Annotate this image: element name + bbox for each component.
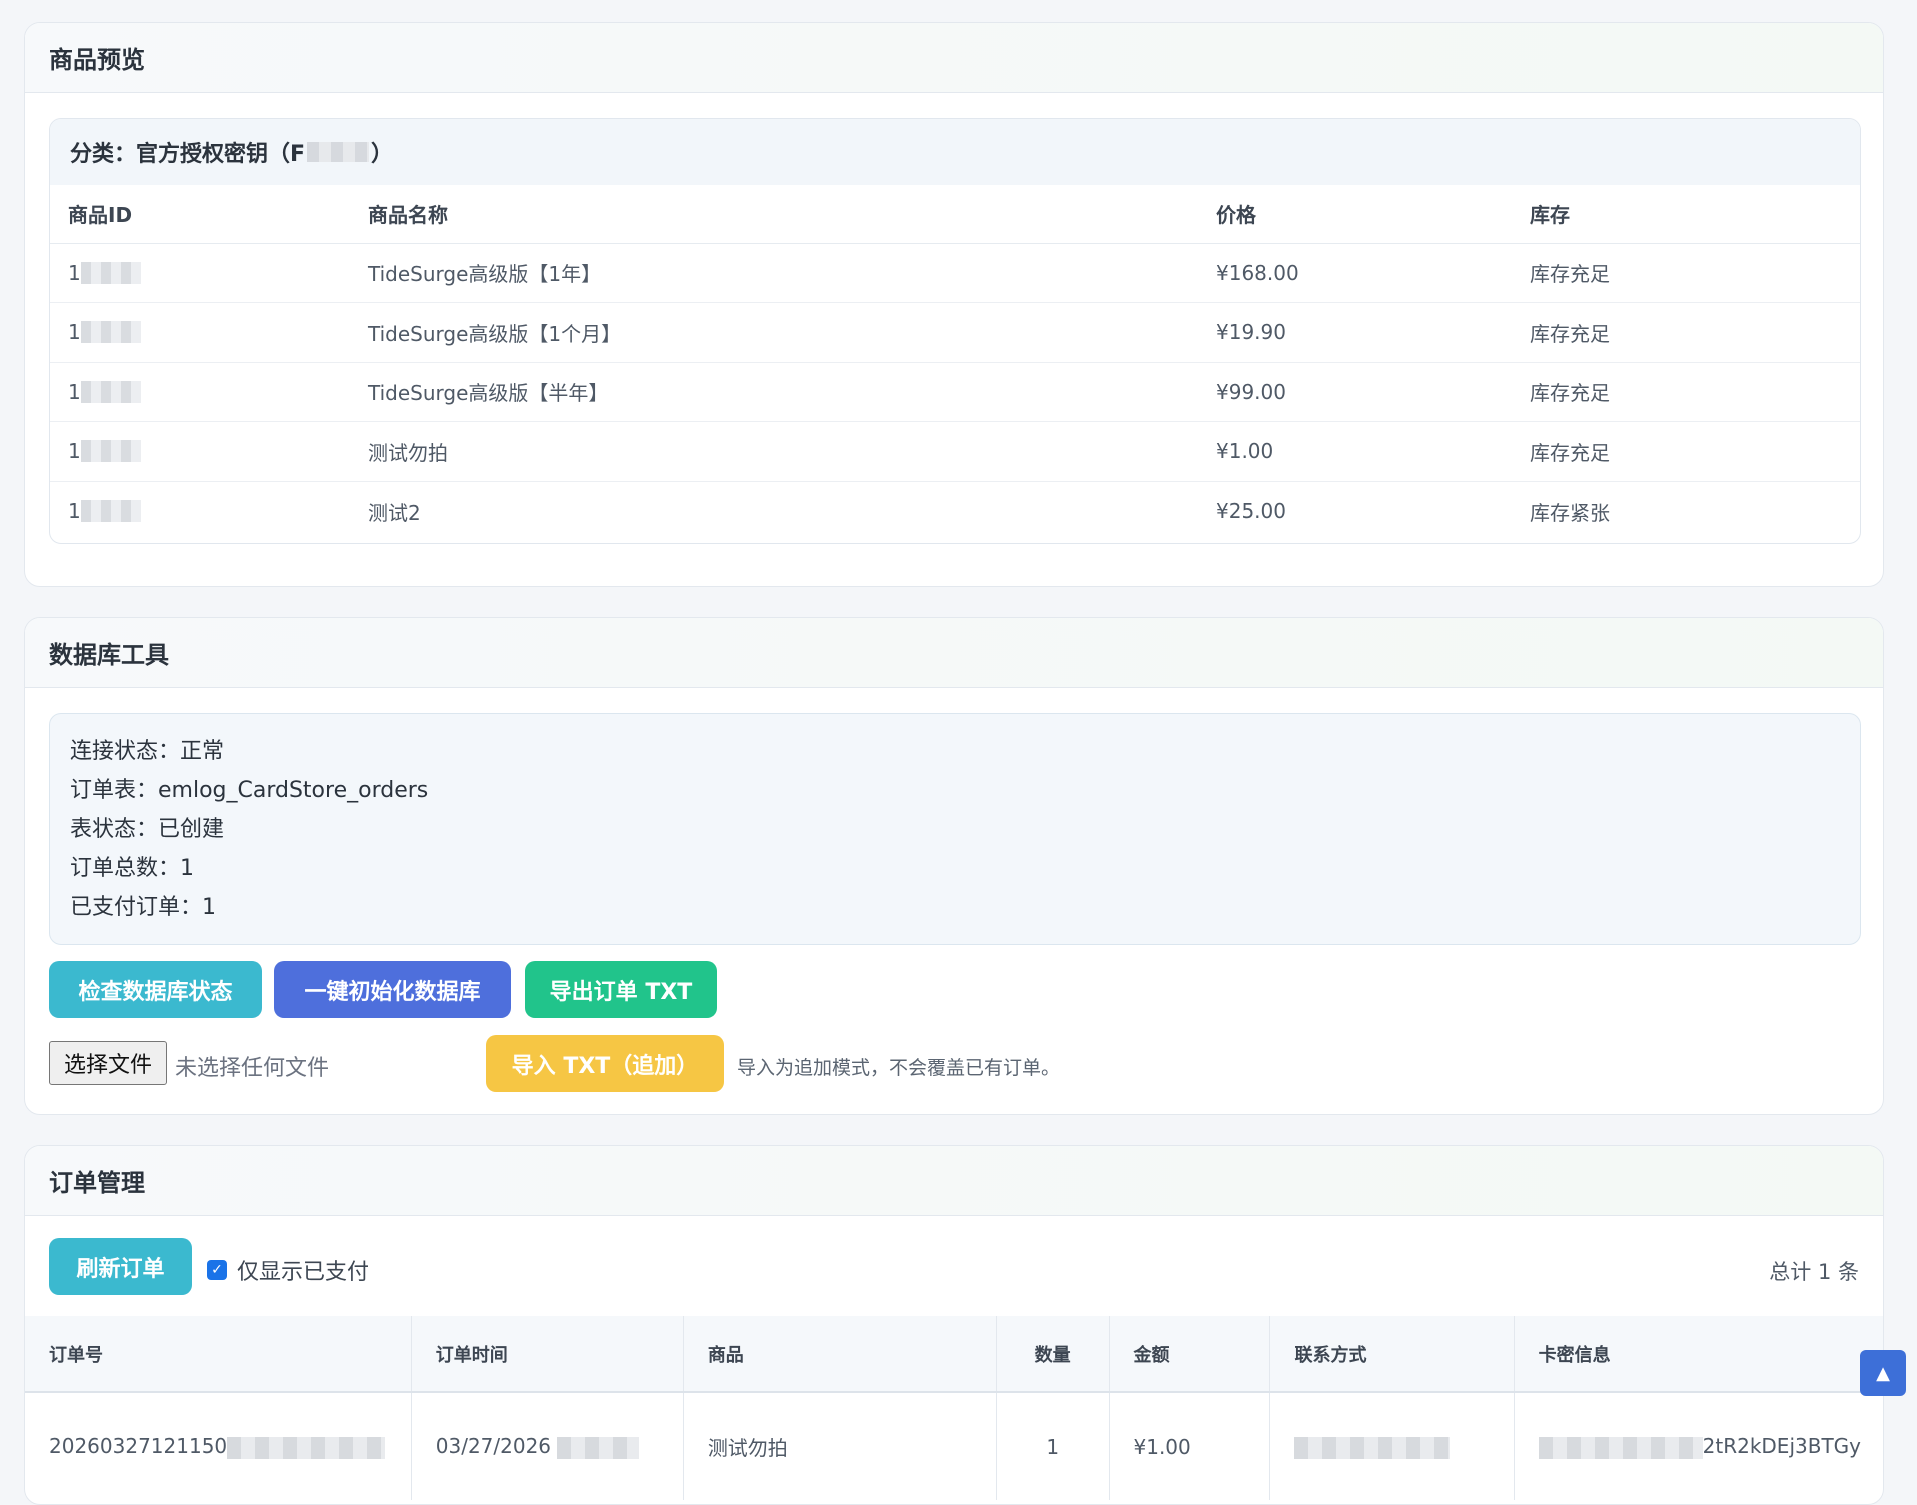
table-row: 1 测试2 ¥25.00 库存紧张 [50, 481, 1860, 541]
table-row: 20260327121150 03/27/2026 测试勿拍 1 ¥1.00 2… [25, 1392, 1883, 1500]
product-preview-title: 商品预览 [25, 23, 1883, 93]
product-id-cell: 1 [50, 243, 350, 303]
import-txt-button[interactable]: 导入 TXT（追加） [486, 1035, 724, 1092]
product-stock: 库存充足 [1512, 302, 1860, 363]
table-row: 1 TideSurge高级版【1年】 ¥168.00 库存充足 [50, 243, 1860, 303]
order-table: 订单号 订单时间 商品 数量 金额 联系方式 卡密信息 202603271211… [25, 1316, 1883, 1500]
table-row: 1 测试勿拍 ¥1.00 库存充足 [50, 421, 1860, 482]
col-price: 价格 [1198, 185, 1512, 244]
category-title-suffix: ） [371, 142, 394, 167]
col-stock: 库存 [1512, 185, 1860, 244]
check-icon[interactable]: ✓ [207, 1260, 227, 1280]
product-id: 1 [68, 320, 81, 345]
product-id-cell: 1 [50, 481, 350, 541]
refresh-orders-button[interactable]: 刷新订单 [49, 1238, 192, 1295]
database-tools-title: 数据库工具 [25, 618, 1883, 688]
order-time: 03/27/2026 [435, 1434, 552, 1459]
order-card-cell: 2tR2kDEj3BTGy [1514, 1392, 1883, 1500]
only-paid-toggle[interactable]: ✓ 仅显示已支付 [207, 1254, 369, 1286]
choose-file-button[interactable]: 选择文件 [49, 1041, 167, 1085]
order-product: 测试勿拍 [683, 1392, 997, 1500]
redacted-mosaic [1294, 1436, 1451, 1459]
category-box: 分类：官方授权密钥（F ） 商品ID 商品名称 价格 库存 1 TideSurge… [49, 118, 1861, 544]
order-card-info: 2tR2kDEj3BTGy [1702, 1434, 1861, 1459]
col-quantity: 数量 [996, 1316, 1110, 1393]
order-table-header: 订单号 订单时间 商品 数量 金额 联系方式 卡密信息 [25, 1316, 1883, 1393]
order-contact-cell [1269, 1392, 1515, 1500]
redacted-mosaic [80, 440, 141, 463]
redacted-mosaic [80, 261, 141, 284]
database-tools-card: 数据库工具 连接状态：正常 订单表：emlog_CardStore_orders… [24, 617, 1884, 1115]
product-price: ¥19.90 [1198, 302, 1512, 363]
category-title: 分类：官方授权密钥（F ） [50, 119, 1860, 185]
category-title-prefix: 分类：官方授权密钥（F [70, 142, 306, 167]
product-id: 1 [68, 379, 81, 404]
order-amount: ¥1.00 [1109, 1392, 1271, 1500]
order-quantity: 1 [996, 1392, 1110, 1500]
redacted-mosaic [227, 1436, 386, 1459]
init-db-button[interactable]: 一键初始化数据库 [274, 961, 511, 1018]
only-paid-label: 仅显示已支付 [237, 1260, 370, 1285]
order-table-wrapper[interactable]: 订单号 订单时间 商品 数量 金额 联系方式 卡密信息 202603271211… [25, 1316, 1883, 1500]
product-name: 测试勿拍 [350, 421, 1198, 482]
order-no: 20260327121150 [49, 1434, 228, 1459]
order-management-card: 订单管理 刷新订单 ✓ 仅显示已支付 总计 1 条 订单号 订单时间 商品 数量… [24, 1145, 1884, 1505]
db-paid-orders: 已支付订单：1 [70, 895, 216, 920]
redacted-mosaic [80, 380, 141, 403]
product-stock: 库存紧张 [1530, 500, 1610, 525]
col-product-name: 商品名称 [350, 185, 1198, 244]
import-note: 导入为追加模式，不会覆盖已有订单。 [737, 1057, 1061, 1079]
file-none-label: 未选择任何文件 [175, 1056, 330, 1081]
db-table-status: 表状态：已创建 [70, 817, 225, 842]
product-id-cell: 1 [50, 362, 350, 422]
db-order-table: 订单表：emlog_CardStore_orders [70, 778, 429, 803]
product-table: 商品ID 商品名称 价格 库存 1 TideSurge高级版【1年】 ¥168.… [50, 185, 1860, 541]
product-price: ¥25.00 [1216, 499, 1286, 523]
col-order-time: 订单时间 [411, 1316, 684, 1393]
product-name: 测试2 [368, 500, 421, 525]
order-time-cell: 03/27/2026 [411, 1392, 684, 1500]
col-product: 商品 [683, 1316, 997, 1393]
product-table-header: 商品ID 商品名称 价格 库存 [50, 185, 1860, 244]
product-price: ¥168.00 [1198, 243, 1512, 303]
redacted-mosaic [1538, 1436, 1703, 1459]
product-stock: 库存充足 [1512, 421, 1860, 482]
product-id-cell: 1 [50, 302, 350, 363]
order-management-title: 订单管理 [25, 1146, 1883, 1216]
product-price: ¥99.00 [1198, 362, 1512, 422]
col-order-no: 订单号 [25, 1316, 412, 1393]
product-id: 1 [68, 439, 81, 464]
product-name: TideSurge高级版【1个月】 [350, 302, 1198, 363]
table-row: 1 TideSurge高级版【半年】 ¥99.00 库存充足 [50, 362, 1860, 422]
product-name: TideSurge高级版【1年】 [350, 243, 1198, 303]
col-product-id: 商品ID [50, 185, 350, 244]
table-row: 1 TideSurge高级版【1个月】 ¥19.90 库存充足 [50, 302, 1860, 363]
product-stock: 库存充足 [1512, 243, 1860, 303]
product-name: TideSurge高级版【半年】 [350, 362, 1198, 422]
export-orders-button[interactable]: 导出订单 TXT [525, 961, 717, 1018]
order-no-cell: 20260327121150 [25, 1392, 412, 1500]
check-db-status-button[interactable]: 检查数据库状态 [49, 961, 262, 1018]
db-status-panel: 连接状态：正常 订单表：emlog_CardStore_orders 表状态：已… [49, 713, 1861, 945]
product-preview-card: 商品预览 分类：官方授权密钥（F ） 商品ID 商品名称 价格 库存 1 Tide… [24, 22, 1884, 587]
db-connection-status: 连接状态：正常 [70, 739, 225, 764]
db-order-total: 订单总数：1 [70, 856, 194, 881]
col-contact: 联系方式 [1269, 1316, 1515, 1393]
col-card-info: 卡密信息 [1514, 1316, 1883, 1393]
product-id: 1 [68, 260, 81, 285]
product-id-cell: 1 [50, 421, 350, 482]
product-price: ¥1.00 [1198, 421, 1512, 482]
product-id: 1 [68, 499, 81, 523]
col-amount: 金额 [1109, 1316, 1271, 1393]
redacted-mosaic [307, 142, 370, 162]
product-stock: 库存充足 [1512, 362, 1860, 422]
arrow-up-icon[interactable]: ▲ [1860, 1350, 1906, 1396]
redacted-mosaic [80, 321, 141, 344]
redacted-mosaic [80, 500, 141, 522]
order-total-count: 总计 1 条 [1769, 1260, 1859, 1284]
redacted-mosaic [557, 1436, 640, 1459]
